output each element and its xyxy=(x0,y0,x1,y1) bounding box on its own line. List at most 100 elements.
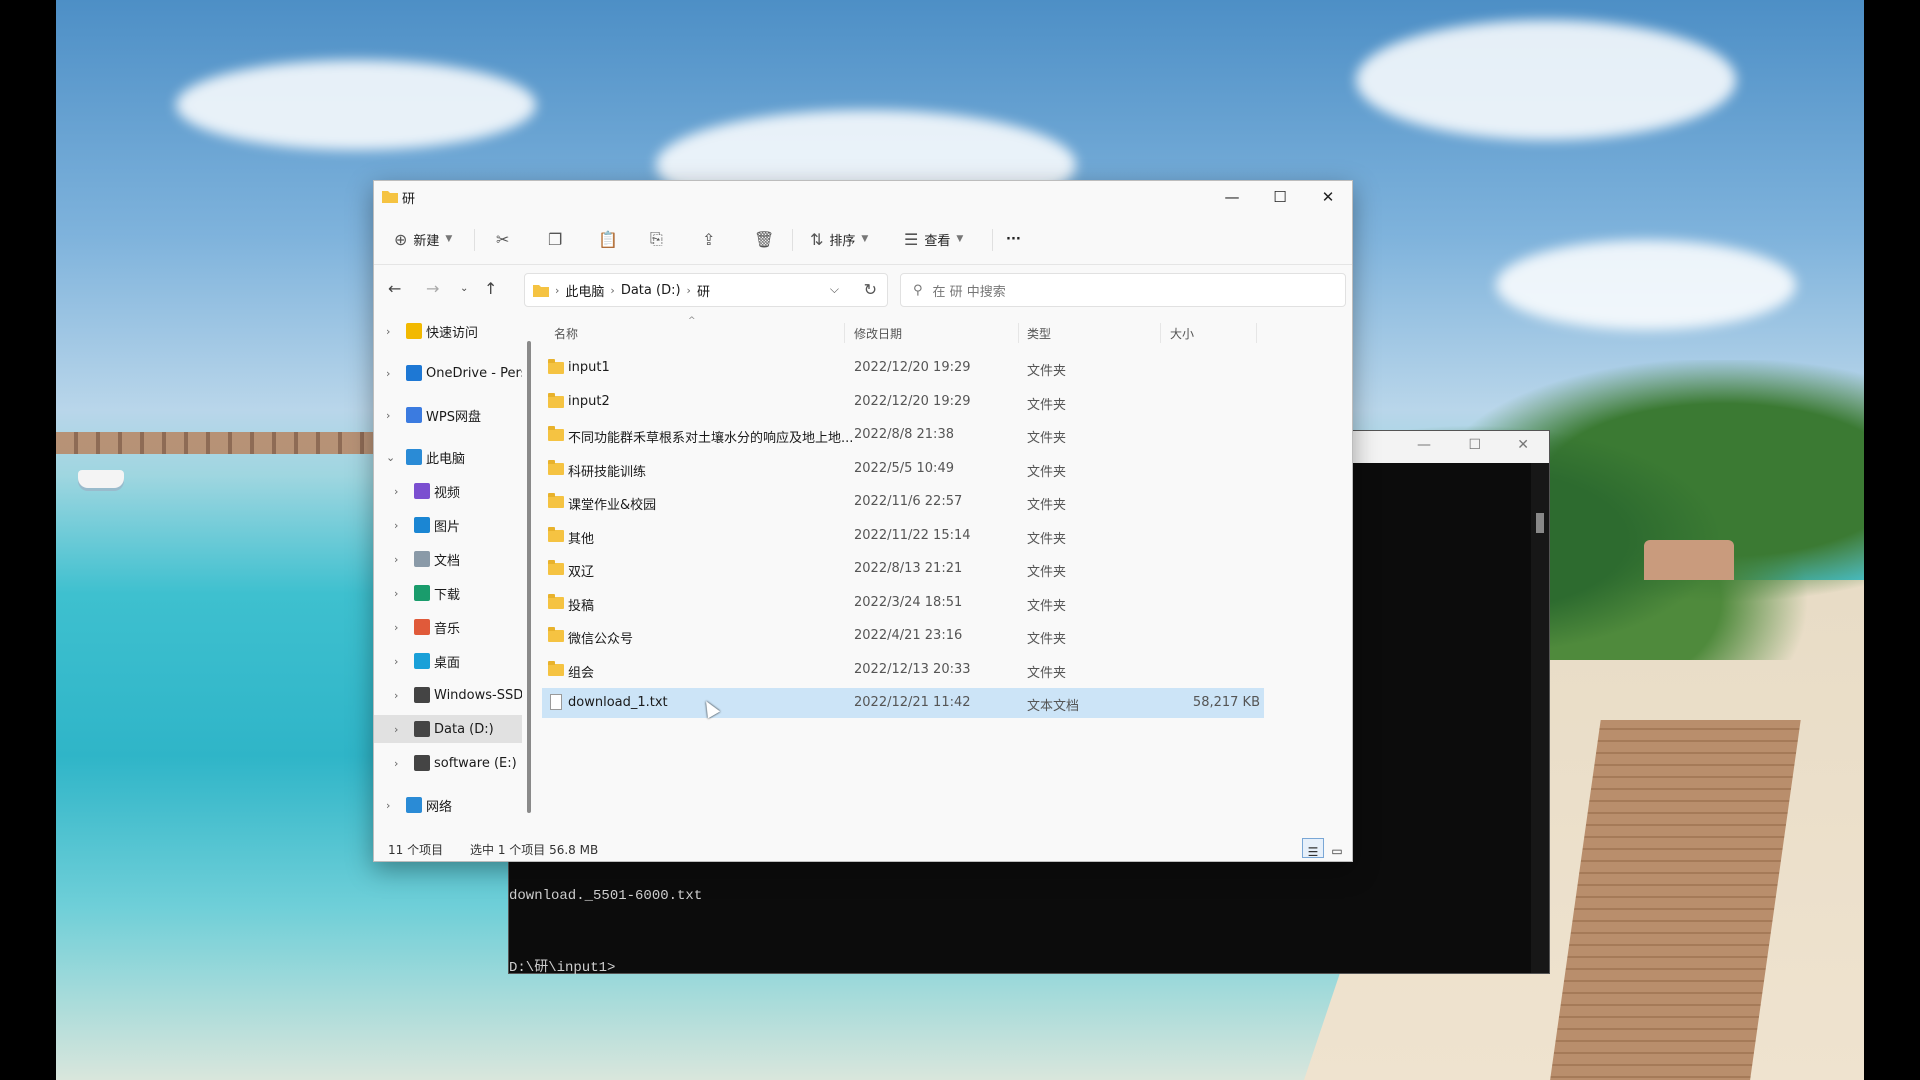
more-options-button[interactable]: ··· xyxy=(1006,227,1021,251)
download-icon xyxy=(414,585,430,601)
maximize-icon: ☐ xyxy=(1273,188,1287,206)
chevron-down-icon[interactable]: ⌄ xyxy=(386,451,395,464)
sidebar-item[interactable]: › 音乐 xyxy=(374,613,522,641)
column-header-date[interactable]: 修改日期 xyxy=(854,325,902,342)
share-button[interactable]: ⇪ xyxy=(702,227,715,251)
breadcrumb-data-drive[interactable]: Data (D:) xyxy=(621,283,681,298)
sidebar-item[interactable]: › 视频 xyxy=(374,477,522,505)
chevron-right-icon[interactable]: › xyxy=(394,655,398,668)
breadcrumb-this-pc[interactable]: 此电脑 xyxy=(565,281,604,300)
chevron-right-icon[interactable]: › xyxy=(386,799,390,812)
column-divider[interactable] xyxy=(844,323,845,343)
new-button[interactable]: ⊕ 新建 ▼ xyxy=(394,227,452,251)
sidebar-item-label: WPS网盘 xyxy=(426,409,481,425)
view-button[interactable]: ☰ 查看 ▼ xyxy=(904,227,963,251)
picture-icon xyxy=(414,517,430,533)
sidebar-item[interactable]: › 下载 xyxy=(374,579,522,607)
sidebar-item[interactable]: › Windows-SSD xyxy=(374,681,522,709)
sidebar-item[interactable]: › WPS网盘 xyxy=(374,401,522,429)
scissors-icon: ✂ xyxy=(496,229,510,249)
chevron-down-icon: ▼ xyxy=(861,234,869,244)
music-icon xyxy=(414,619,430,635)
refresh-icon[interactable]: ↻ xyxy=(864,280,877,299)
sidebar-item[interactable]: ⌄ 此电脑 xyxy=(374,443,522,471)
maximize-icon[interactable]: ☐ xyxy=(1468,437,1481,453)
maximize-button[interactable]: ☐ xyxy=(1256,181,1304,213)
status-bar: 11 个项目 选中 1 个项目 56.8 MB ☰ ▭ xyxy=(374,835,1352,861)
close-icon: ✕ xyxy=(1321,188,1335,206)
sidebar-item[interactable]: › 文档 xyxy=(374,545,522,573)
file-row[interactable]: 科研技能训练 2022/5/5 10:49 文件夹 xyxy=(542,454,1264,484)
chevron-right-icon[interactable]: › xyxy=(394,519,398,532)
chevron-right-icon[interactable]: › xyxy=(386,367,390,380)
file-row[interactable]: 微信公众号 2022/4/21 23:16 文件夹 xyxy=(542,621,1264,651)
computer-icon xyxy=(406,449,422,465)
column-divider[interactable] xyxy=(1160,323,1161,343)
copy-icon: ❐ xyxy=(548,229,563,249)
chevron-right-icon[interactable]: › xyxy=(394,485,398,498)
forward-arrow-icon[interactable]: → xyxy=(426,279,439,298)
file-row[interactable]: input2 2022/12/20 19:29 文件夹 xyxy=(542,387,1264,417)
sidebar-item[interactable]: › Data (D:) xyxy=(374,715,522,743)
chevron-right-icon: › xyxy=(610,283,615,297)
breadcrumb-current-folder[interactable]: 研 xyxy=(697,281,710,300)
navigation-pane-scrollbar[interactable] xyxy=(526,329,532,815)
details-view-button[interactable]: ☰ xyxy=(1302,838,1324,859)
sidebar-item-label: 音乐 xyxy=(434,621,461,637)
file-row[interactable]: 双辽 2022/8/13 21:21 文件夹 xyxy=(542,554,1264,584)
chevron-right-icon[interactable]: › xyxy=(394,553,398,566)
sidebar-item[interactable]: › OneDrive - Pers xyxy=(374,359,522,387)
file-size: 58,217 KB xyxy=(1192,695,1260,710)
file-row[interactable]: 组会 2022/12/13 20:33 文件夹 xyxy=(542,655,1264,685)
document-icon xyxy=(414,551,430,567)
file-row[interactable]: 课堂作业&校园 2022/11/6 22:57 文件夹 xyxy=(542,487,1264,517)
chevron-right-icon[interactable]: › xyxy=(394,587,398,600)
column-header-name[interactable]: 名称 xyxy=(554,325,578,342)
column-header-size[interactable]: 大小 xyxy=(1170,325,1194,342)
copy-button[interactable]: ❐ xyxy=(548,227,562,251)
sidebar-item[interactable]: › 图片 xyxy=(374,511,522,539)
file-row[interactable]: 不同功能群禾草根系对土壤水分的响应及地上地... 2022/8/8 21:38 文件… xyxy=(542,420,1264,450)
address-dropdown-icon[interactable]: ⌵ xyxy=(830,282,839,297)
rename-button[interactable]: ⎘ xyxy=(650,227,663,251)
tiles-view-button[interactable]: ▭ xyxy=(1326,838,1348,858)
search-box[interactable]: ⚲ 在 研 中搜索 xyxy=(900,273,1346,307)
up-arrow-icon[interactable]: ↑ xyxy=(484,279,497,298)
minimize-button[interactable]: — xyxy=(1208,181,1256,213)
divider xyxy=(992,229,993,251)
console-scrollbar[interactable] xyxy=(1531,463,1549,973)
file-row[interactable]: 投稿 2022/3/24 18:51 文件夹 xyxy=(542,588,1264,618)
recent-locations-chevron-icon[interactable]: ⌄ xyxy=(460,283,468,294)
chevron-right-icon[interactable]: › xyxy=(394,723,398,736)
chevron-right-icon[interactable]: › xyxy=(394,689,398,702)
file-date: 2022/8/8 21:38 xyxy=(854,427,954,442)
file-row[interactable]: 其他 2022/11/22 15:14 文件夹 xyxy=(542,521,1264,551)
sidebar-item[interactable]: › 快速访问 xyxy=(374,317,522,345)
back-arrow-icon[interactable]: ← xyxy=(388,279,401,298)
paste-button[interactable]: 📋 xyxy=(598,227,618,251)
column-header-type[interactable]: 类型 xyxy=(1027,325,1051,342)
file-name: 微信公众号 xyxy=(568,632,634,647)
close-icon[interactable]: ✕ xyxy=(1517,437,1529,453)
boat xyxy=(78,470,124,488)
column-divider[interactable] xyxy=(1256,323,1257,343)
sort-button[interactable]: ⇅ 排序 ▼ xyxy=(810,227,868,251)
close-button[interactable]: ✕ xyxy=(1304,181,1352,213)
chevron-right-icon[interactable]: › xyxy=(394,621,398,634)
sidebar-item[interactable]: › 网络 xyxy=(374,791,522,819)
minimize-icon[interactable]: — xyxy=(1417,437,1431,453)
file-row[interactable]: download_1.txt 2022/12/21 11:42 文本文档 58,217… xyxy=(542,688,1264,718)
file-row[interactable]: input1 2022/12/20 19:29 文件夹 xyxy=(542,353,1264,383)
chevron-right-icon[interactable]: › xyxy=(386,409,390,422)
column-divider[interactable] xyxy=(1018,323,1019,343)
window-titlebar[interactable]: 研 — ☐ ✕ xyxy=(374,181,1352,213)
file-explorer-window[interactable]: 研 — ☐ ✕ ⊕ 新建 ▼ ✂ ❐ 📋 ⎘ ⇪ 🗑 ⇅ 排序 ▼ ☰ 查看 ▼… xyxy=(373,180,1353,862)
address-bar[interactable]: › 此电脑 › Data (D:) › 研 ⌵ ↻ xyxy=(524,273,888,307)
chevron-right-icon[interactable]: › xyxy=(386,325,390,338)
sidebar-item[interactable]: › 桌面 xyxy=(374,647,522,675)
chevron-right-icon[interactable]: › xyxy=(394,757,398,770)
file-date: 2022/3/24 18:51 xyxy=(854,594,963,610)
sidebar-item[interactable]: › software (E:) xyxy=(374,749,522,777)
cut-button[interactable]: ✂ xyxy=(496,227,509,251)
delete-button[interactable]: 🗑 xyxy=(754,227,774,251)
